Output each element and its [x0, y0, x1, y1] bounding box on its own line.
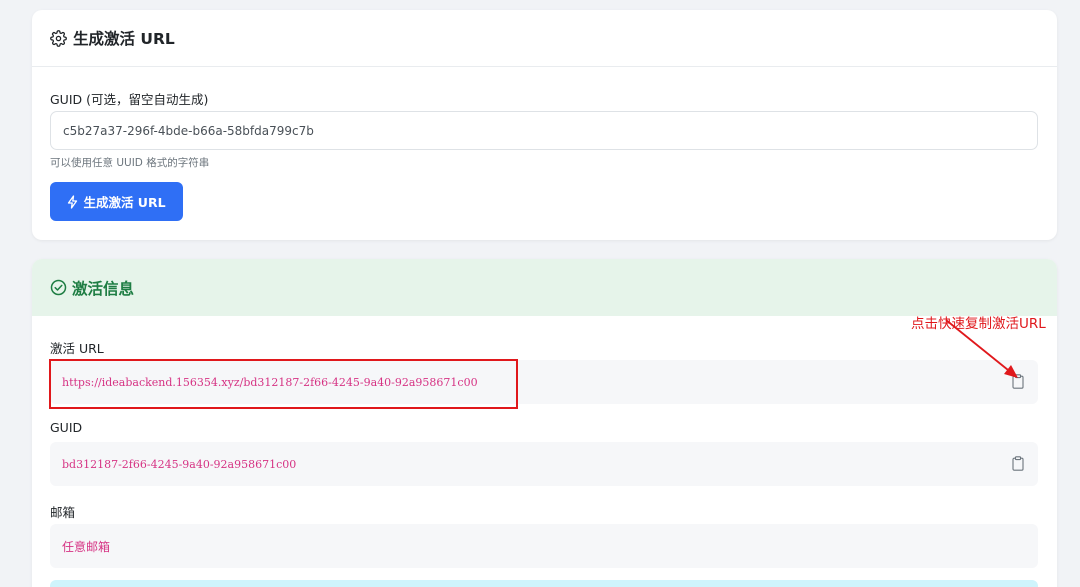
activation-info-card: 激活信息 激活 URL https://ideabackend.156354.x…	[32, 259, 1057, 587]
activation-email-box: 任意邮箱	[50, 524, 1038, 568]
activation-url-label: 激活 URL	[50, 341, 104, 356]
guid-input[interactable]	[50, 111, 1038, 150]
generate-url-button[interactable]: 生成激活 URL	[50, 182, 183, 221]
guid-input-label: GUID (可选，留空自动生成)	[50, 92, 209, 107]
lightning-icon	[67, 194, 78, 209]
activation-info-header: 激活信息	[32, 259, 1057, 316]
gear-icon	[50, 29, 67, 47]
copy-guid-button[interactable]	[1012, 456, 1026, 472]
generate-url-button-label: 生成激活 URL	[83, 195, 166, 210]
activation-email-value: 任意邮箱	[62, 539, 111, 554]
info-alert	[50, 580, 1038, 587]
clipboard-icon	[1012, 456, 1024, 471]
activation-info-title: 激活信息	[72, 279, 135, 298]
annotation-highlight-box	[49, 359, 518, 409]
activation-guid-value: bd312187-2f66-4245-9a40-92a958671c00	[62, 457, 297, 471]
activation-guid-box: bd312187-2f66-4245-9a40-92a958671c00	[50, 442, 1038, 486]
generate-url-card: 生成激活 URL GUID (可选，留空自动生成) 可以使用任意 UUID 格式…	[32, 10, 1057, 240]
activation-email-label: 邮箱	[50, 505, 76, 520]
annotation-arrow-icon	[945, 319, 1018, 378]
generate-url-card-header: 生成激活 URL	[32, 10, 1057, 67]
check-circle-icon	[50, 279, 67, 296]
activation-guid-label: GUID	[50, 420, 83, 435]
guid-hint: 可以使用任意 UUID 格式的字符串	[50, 157, 210, 169]
generate-url-title: 生成激活 URL	[73, 30, 175, 48]
